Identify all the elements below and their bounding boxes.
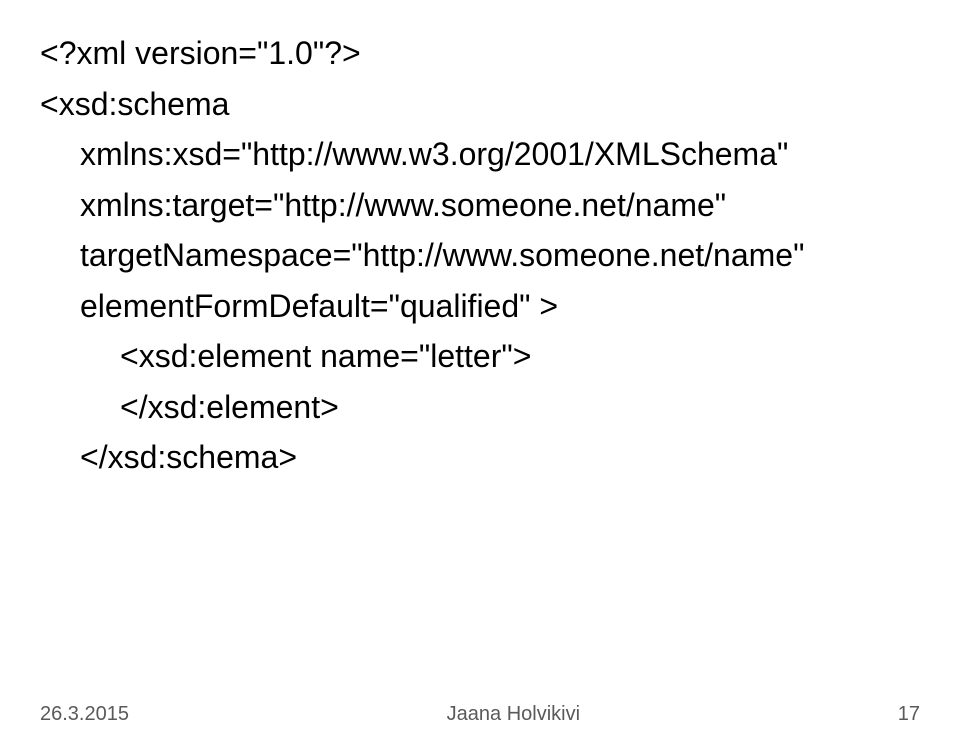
code-text: elementFormDefault="qualified" > [80,288,558,324]
code-text: </xsd:schema> [80,439,297,475]
slide-page: <?xml version="1.0"?> <xsd:schema xmlns:… [0,0,960,744]
code-line: xmlns:target="http://www.someone.net/nam… [40,180,920,231]
code-text: <xsd:element name="letter"> [120,338,531,374]
footer-author: Jaana Holvikivi [129,703,898,726]
code-line: </xsd:schema> [40,432,920,483]
code-line: </xsd:element> [40,382,920,433]
slide-footer: 26.3.2015 Jaana Holvikivi 17 [40,703,920,726]
code-line: targetNamespace="http://www.someone.net/… [40,230,920,281]
code-line: <?xml version="1.0"?> [40,28,920,79]
footer-page-number: 17 [898,703,920,726]
code-block: <?xml version="1.0"?> <xsd:schema xmlns:… [40,28,920,483]
code-line: elementFormDefault="qualified" > [40,281,920,332]
code-line: xmlns:xsd="http://www.w3.org/2001/XMLSch… [40,129,920,180]
code-text: </xsd:element> [120,389,339,425]
code-text: xmlns:target="http://www.someone.net/nam… [80,187,726,223]
footer-date: 26.3.2015 [40,703,129,726]
code-text: targetNamespace="http://www.someone.net/… [80,237,804,273]
code-line: <xsd:element name="letter"> [40,331,920,382]
code-line: <xsd:schema [40,79,920,130]
code-text: xmlns:xsd="http://www.w3.org/2001/XMLSch… [80,136,788,172]
